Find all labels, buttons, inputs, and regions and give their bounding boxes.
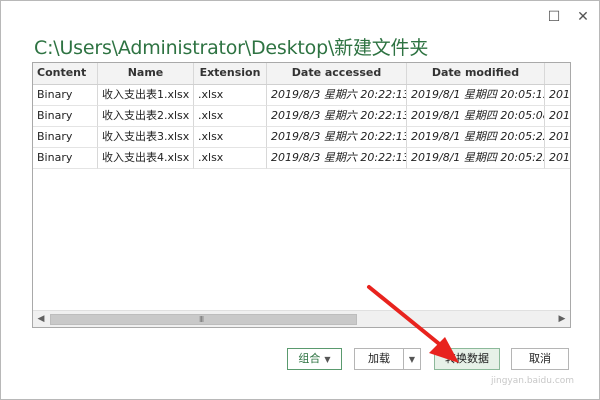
cancel-button[interactable]: 取消 xyxy=(511,348,569,370)
maximize-icon[interactable]: ☐ xyxy=(546,9,562,25)
column-header-content[interactable]: Content xyxy=(33,63,98,84)
cell-extension: .xlsx xyxy=(194,127,267,148)
cell-content[interactable]: Binary xyxy=(33,85,98,106)
combine-button[interactable]: 组合 ▼ xyxy=(287,348,342,370)
cell-date-modified: 2019/8/1 星期四 20:05:15 xyxy=(407,85,545,106)
scrollbar-grip-icon: III xyxy=(199,315,204,324)
table-header: Content Name Extension Date accessed Dat… xyxy=(33,63,570,85)
cell-content[interactable]: Binary xyxy=(33,148,98,169)
column-header-extension[interactable]: Extension xyxy=(194,63,267,84)
cell-extension: .xlsx xyxy=(194,85,267,106)
column-header-date-accessed[interactable]: Date accessed xyxy=(267,63,407,84)
scrollbar-thumb[interactable]: III xyxy=(50,314,357,325)
close-icon[interactable]: ✕ xyxy=(575,9,591,25)
watermark-text: jingyan.baidu.com xyxy=(491,376,575,386)
cell-extension: .xlsx xyxy=(194,148,267,169)
folder-path-title: C:\Users\Administrator\Desktop\新建文件夹 xyxy=(34,37,429,59)
table-row[interactable]: Binary 收入支出表3.xlsx .xlsx 2019/8/3 星期六 20… xyxy=(33,127,570,148)
cell-name: 收入支出表3.xlsx xyxy=(98,127,194,148)
cell-extension: .xlsx xyxy=(194,106,267,127)
cell-date-modified: 2019/8/1 星期四 20:05:25 xyxy=(407,148,545,169)
cell-name: 收入支出表4.xlsx xyxy=(98,148,194,169)
cell-name: 收入支出表2.xlsx xyxy=(98,106,194,127)
table-row[interactable]: Binary 收入支出表1.xlsx .xlsx 2019/8/3 星期六 20… xyxy=(33,85,570,106)
cell-overflow: 201 xyxy=(545,85,570,106)
column-header-date-modified[interactable]: Date modified xyxy=(407,63,545,84)
cancel-button-label: 取消 xyxy=(529,352,551,365)
cell-date-accessed: 2019/8/3 星期六 20:22:13 xyxy=(267,85,407,106)
cell-date-modified: 2019/8/1 星期四 20:05:22 xyxy=(407,127,545,148)
cell-date-modified: 2019/8/1 星期四 20:05:08 xyxy=(407,106,545,127)
cell-overflow: 201 xyxy=(545,148,570,169)
cell-overflow: 201 xyxy=(545,127,570,148)
red-arrow-annotation xyxy=(367,285,459,363)
cell-date-accessed: 2019/8/3 星期六 20:22:13 xyxy=(267,127,407,148)
cell-date-accessed: 2019/8/3 星期六 20:22:13 xyxy=(267,148,407,169)
cell-content[interactable]: Binary xyxy=(33,127,98,148)
files-table: Content Name Extension Date accessed Dat… xyxy=(32,62,571,328)
file-combine-dialog: ☐ ✕ C:\Users\Administrator\Desktop\新建文件夹… xyxy=(0,0,600,400)
cell-overflow: 201 xyxy=(545,106,570,127)
table-row[interactable]: Binary 收入支出表2.xlsx .xlsx 2019/8/3 星期六 20… xyxy=(33,106,570,127)
scroll-left-icon[interactable]: ◀ xyxy=(33,311,49,327)
cell-date-accessed: 2019/8/3 星期六 20:22:13 xyxy=(267,106,407,127)
column-header-overflow[interactable] xyxy=(545,63,570,84)
cell-name: 收入支出表1.xlsx xyxy=(98,85,194,106)
cell-content[interactable]: Binary xyxy=(33,106,98,127)
chevron-down-icon: ▼ xyxy=(324,355,331,364)
arrow-shaft xyxy=(367,285,445,349)
horizontal-scrollbar[interactable]: ◀ III ▶ xyxy=(33,310,570,327)
scroll-right-icon[interactable]: ▶ xyxy=(554,311,570,327)
column-header-name[interactable]: Name xyxy=(98,63,194,84)
combine-button-label: 组合 xyxy=(298,352,321,365)
table-row[interactable]: Binary 收入支出表4.xlsx .xlsx 2019/8/3 星期六 20… xyxy=(33,148,570,169)
